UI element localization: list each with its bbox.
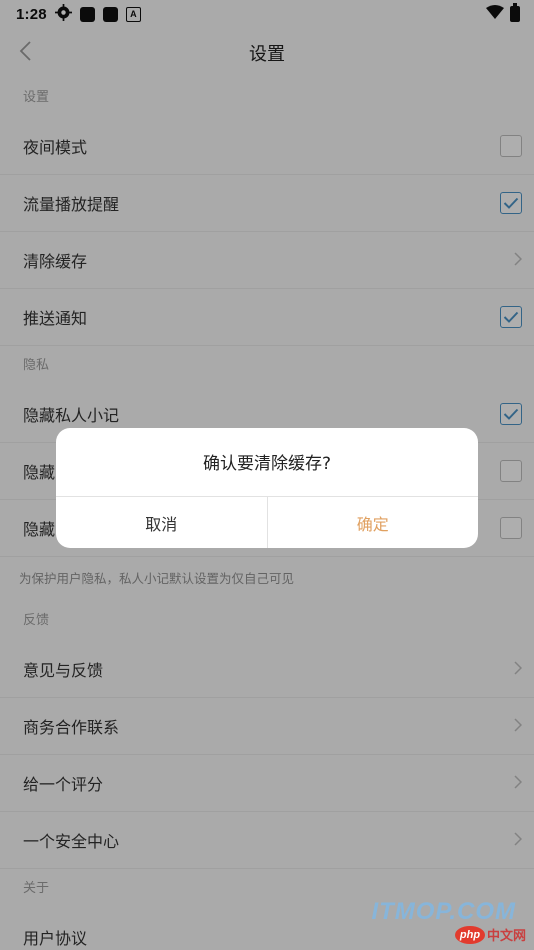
cancel-button[interactable]: 取消 bbox=[56, 497, 268, 548]
dialog-message: 确认要清除缓存? bbox=[56, 428, 478, 497]
php-logo-icon: php bbox=[454, 925, 485, 944]
clear-cache-dialog: 确认要清除缓存? 取消 确定 bbox=[56, 428, 478, 548]
watermark-suffix: 中文网 bbox=[486, 928, 526, 943]
confirm-button[interactable]: 确定 bbox=[268, 497, 479, 548]
dialog-actions: 取消 确定 bbox=[56, 497, 478, 548]
watermark: ITMOP.COM php 中文网 bbox=[356, 898, 526, 944]
settings-screen: 1:28 A 设置 设置 夜间模式 流量播放提醒 清除缓存 推送通知 隐私 隐藏… bbox=[0, 0, 534, 950]
watermark-itmop: ITMOP.COM bbox=[371, 898, 516, 925]
watermark-php-badge: php 中文网 bbox=[454, 925, 526, 944]
